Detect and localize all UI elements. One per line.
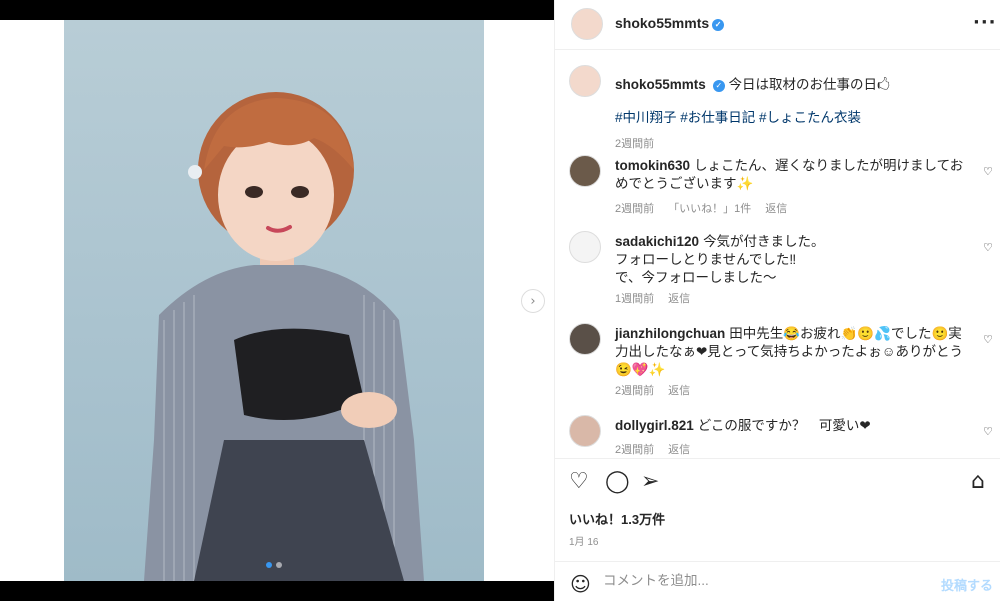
- post-photo[interactable]: [64, 20, 484, 581]
- author-avatar[interactable]: [571, 8, 603, 40]
- share-icon[interactable]: ➢: [641, 469, 659, 494]
- post-actions: ♡ ◯ ➢ ⌂ いいね！1.3万件 1月 16: [555, 458, 1000, 548]
- reply-button[interactable]: 返信: [765, 203, 787, 215]
- next-image-button[interactable]: ›: [521, 289, 545, 313]
- media-top-bar: [0, 0, 554, 20]
- caption-username[interactable]: shoko55mmts: [615, 77, 706, 92]
- post-comment-button[interactable]: 投稿する: [941, 575, 993, 594]
- comment-meta: 2週間前 返信: [615, 441, 704, 457]
- caption-body: shoko55mmts ✓ 今日は取材のお仕事の日🖒: [615, 76, 965, 94]
- photo-illustration: [144, 92, 424, 581]
- comment-composer: ☺ 投稿する: [555, 561, 1000, 601]
- verified-icon: ✓: [712, 19, 725, 31]
- commenter-avatar[interactable]: [569, 231, 601, 263]
- heart-icon[interactable]: ♡: [983, 425, 993, 438]
- reply-button[interactable]: 返信: [668, 293, 690, 305]
- comment-likes[interactable]: 「いいね！」1件: [668, 203, 751, 215]
- post-header: shoko55mmts ✓ ···: [555, 0, 1000, 50]
- reply-button[interactable]: 返信: [668, 444, 690, 456]
- comment-meta: 2週間前 返信: [615, 382, 704, 398]
- caption-time[interactable]: 2週間前: [615, 138, 654, 150]
- comment-time[interactable]: 2週間前: [615, 444, 654, 456]
- comments-list: shoko55mmts ✓ 今日は取材のお仕事の日🖒 #中川翔子 #お仕事日記 #…: [555, 51, 1000, 457]
- comment-time[interactable]: 1週間前: [615, 293, 654, 305]
- chevron-right-icon: ›: [530, 293, 536, 309]
- comment-body: dollygirl.821 どこの服ですか？ 可愛い❤: [615, 417, 965, 435]
- comment-time[interactable]: 2週間前: [615, 203, 654, 215]
- comment-time[interactable]: 2週間前: [615, 385, 654, 397]
- detail-panel: shoko55mmts ✓ ··· shoko55mmts ✓ 今日は取材のお仕事の…: [554, 0, 1000, 601]
- commenter-username[interactable]: dollygirl.821: [615, 418, 694, 433]
- more-icon[interactable]: ···: [973, 12, 997, 33]
- author-username[interactable]: shoko55mmts ✓: [615, 15, 725, 31]
- commenter-avatar[interactable]: [569, 155, 601, 187]
- comment-text: どこの服ですか？ 可愛い❤: [697, 418, 871, 433]
- carousel-dots: [266, 562, 282, 568]
- comment-icon[interactable]: ◯: [605, 469, 630, 494]
- caption-meta: 2週間前: [615, 135, 668, 151]
- comment-body: jianzhilongchuan 田中先生😂お疲れ👏🙂💦でした🙂実力出したなぁ❤見…: [615, 325, 965, 379]
- comment-body: sadakichi120 今気が付きました。 フォローしとりませんでした‼ で、今…: [615, 233, 965, 287]
- comment-meta: 1週間前 返信: [615, 290, 704, 306]
- commenter-username[interactable]: sadakichi120: [615, 234, 699, 249]
- heart-icon[interactable]: ♡: [983, 241, 993, 254]
- author-username-text[interactable]: shoko55mmts: [615, 15, 709, 31]
- caption-hashtags[interactable]: #中川翔子 #お仕事日記 #しょこたん衣装: [615, 109, 965, 127]
- author-avatar[interactable]: [569, 65, 601, 97]
- commenter-username[interactable]: tomokin630: [615, 158, 690, 173]
- media-bottom-bar: [0, 581, 554, 601]
- carousel-dot: [276, 562, 282, 568]
- bookmark-icon[interactable]: ⌂: [971, 469, 985, 494]
- commenter-avatar[interactable]: [569, 415, 601, 447]
- commenter-avatar[interactable]: [569, 323, 601, 355]
- likes-count[interactable]: いいね！1.3万件: [569, 509, 665, 528]
- comment-meta: 2週間前 「いいね！」1件 返信: [615, 200, 801, 216]
- heart-icon[interactable]: ♡: [983, 165, 993, 178]
- reply-button[interactable]: 返信: [668, 385, 690, 397]
- post-date[interactable]: 1月 16: [569, 533, 598, 548]
- commenter-username[interactable]: jianzhilongchuan: [615, 326, 725, 341]
- carousel-dot-active: [266, 562, 272, 568]
- verified-icon: ✓: [712, 80, 725, 92]
- media-pane: ›: [0, 0, 554, 601]
- comment-input[interactable]: [603, 573, 923, 588]
- heart-icon[interactable]: ♡: [983, 333, 993, 346]
- heart-icon[interactable]: ♡: [569, 469, 589, 494]
- emoji-icon[interactable]: ☺: [570, 572, 591, 596]
- comment-body: tomokin630 しょこたん、遅くなりましたが明けましておめでとうございます✨: [615, 157, 965, 193]
- post-modal: › shoko55mmts ✓ ··· shoko55mmts ✓ 今日は取材のお仕…: [0, 0, 1000, 601]
- caption-text: 今日は取材のお仕事の日🖒: [728, 77, 891, 92]
